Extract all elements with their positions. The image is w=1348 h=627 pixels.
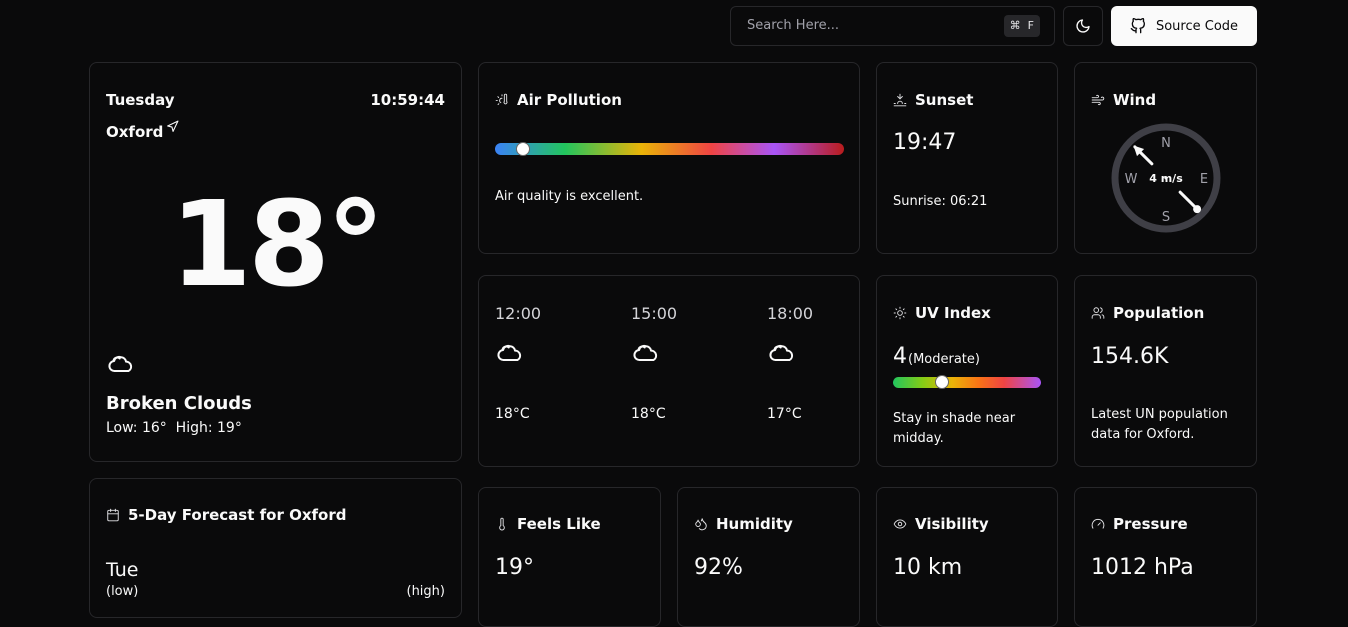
pressure-card: Pressure 1012 hPa [1074,487,1257,627]
humidity-title: Humidity [716,515,793,533]
uv-index-title: UV Index [915,304,991,322]
theme-toggle-button[interactable] [1063,6,1103,46]
hourly-forecast-card: 12:00 18°C 15:00 18°C 18:00 17°C [478,275,860,467]
command-key-label: ⌘ [1009,19,1021,32]
humidity-value: 92% [694,555,743,580]
condition-label: Broken Clouds [106,393,252,414]
github-icon [1130,18,1145,34]
current-temperature: 18° [169,175,385,313]
visibility-header: Visibility [893,515,989,533]
feels-like-card: Feels Like 19° [478,487,661,627]
sunset-card: Sunset 19:47 Sunrise: 06:21 [876,62,1058,254]
hourly-time: 18:00 [767,304,814,323]
hourly-time: 12:00 [495,304,542,323]
hourly-temp: 18°C [495,406,530,422]
air-quality-indicator [515,142,530,156]
forecast-low-label: (low) [106,584,139,599]
forecast-day: Tue [106,559,139,581]
visibility-value: 10 km [893,555,963,580]
eye-icon [893,519,907,529]
compass-south: S [1162,210,1170,225]
gauge-icon [1091,518,1105,529]
f-key-label: F [1027,19,1034,32]
population-value: 154.6K [1091,344,1169,369]
wind-speed: 4 m/s [1149,172,1183,185]
current-weather-card: Tuesday 10:59:44 Oxford 18° Broken Cloud… [89,62,462,462]
thermometer-icon [499,517,505,531]
uv-index-value: 4 [893,344,907,369]
forecast-high-label: (high) [406,584,446,599]
hourly-item: 18:00 17°C [767,304,847,434]
hourly-time: 15:00 [631,304,678,323]
wind-compass: N S W E 4 m/s [1111,123,1221,233]
source-code-button[interactable]: Source Code [1111,6,1257,46]
hourly-item: 15:00 18°C [631,304,731,434]
air-quality-text: Air quality is excellent. [495,189,644,204]
cloud-icon [108,355,133,372]
humidity-card: Humidity 92% [677,487,860,627]
compass-west: W [1125,172,1138,187]
calendar-icon [107,508,119,522]
clock-time: 10:59:44 [370,91,445,109]
hourly-temp: 17°C [767,406,802,422]
droplets-icon [695,518,707,531]
sunset-icon [893,93,907,107]
population-text: Latest UN population data for Oxford. [1091,407,1228,442]
sunset-time: 19:47 [893,130,957,155]
forecast-card: 5-Day Forecast for Oxford Tue (low) (hig… [89,478,462,618]
uv-index-card: UV Index 4 (Moderate) Stay in shade near… [876,275,1058,467]
air-quality-bar [495,142,844,156]
forecast-header: 5-Day Forecast for Oxford [106,506,346,524]
pressure-title: Pressure [1113,515,1188,533]
hourly-item: 12:00 18°C [495,304,595,434]
wind-header: Wind [1091,91,1156,109]
population-card: Population 154.6K Latest UN population d… [1074,275,1257,467]
feels-like-value: 19° [495,555,534,580]
wind-card: Wind N S W E 4 m/s [1074,62,1257,254]
uv-index-bar [893,375,1041,389]
users-icon [1091,307,1105,319]
pressure-value: 1012 hPa [1091,555,1194,580]
cloud-icon [769,344,794,361]
wind-icon [1091,94,1105,106]
cloud-icon [497,344,522,361]
thermometer-sun-icon [495,93,508,106]
humidity-header: Humidity [694,515,793,533]
moon-icon [1076,19,1090,33]
wind-title: Wind [1113,91,1157,109]
source-code-label: Source Code [1155,18,1239,34]
air-pollution-header: Air Pollution [495,91,622,109]
location-arrow-icon [167,120,179,132]
sunset-title: Sunset [915,91,974,109]
uv-index-indicator [934,375,949,389]
sunset-header: Sunset [893,91,973,109]
compass-north: N [1161,136,1171,151]
search-placeholder: Search Here... [747,18,840,33]
uv-index-text: Stay in shade near midday. [893,411,1016,446]
day-label: Tuesday [106,91,175,109]
search-input[interactable]: Search Here... ⌘ F [730,6,1055,46]
sunrise-time: Sunrise: 06:21 [893,194,988,209]
cloud-icon [633,344,658,361]
uv-index-header: UV Index [893,304,991,322]
uv-index-category: (Moderate) [908,352,980,367]
low-high-label: Low: 16° High: 19° [106,420,242,436]
search-shortcut-badge: ⌘ F [1003,15,1040,37]
visibility-card: Visibility 10 km [876,487,1058,627]
feels-like-title: Feels Like [517,515,601,533]
population-header: Population [1091,304,1204,322]
visibility-title: Visibility [915,515,989,533]
sun-icon [893,306,907,320]
population-title: Population [1113,304,1205,322]
air-pollution-card: Air Pollution Air quality is excellent. [478,62,860,254]
air-pollution-title: Air Pollution [517,91,622,109]
compass-east: E [1200,172,1208,187]
forecast-title: 5-Day Forecast for Oxford [128,506,347,524]
city-label: Oxford [106,123,164,141]
feels-like-header: Feels Like [495,515,601,533]
hourly-temp: 18°C [631,406,666,422]
pressure-header: Pressure [1091,515,1188,533]
